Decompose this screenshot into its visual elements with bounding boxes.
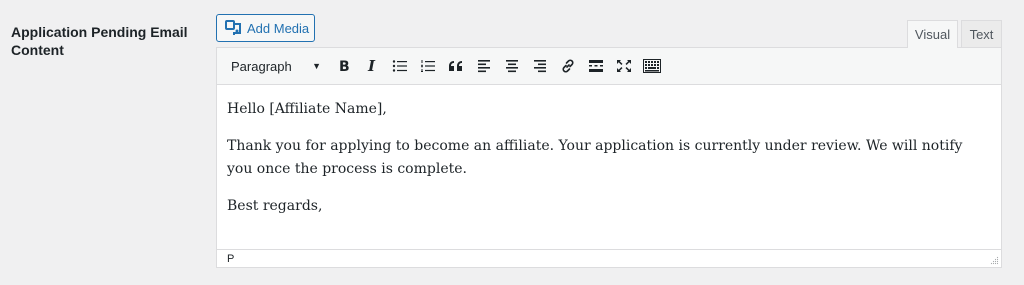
italic-button[interactable]: I (358, 52, 386, 80)
resize-handle-icon[interactable] (989, 255, 999, 265)
bold-icon: B (337, 59, 351, 73)
field-label: Application Pending Email Content (11, 24, 188, 58)
format-select[interactable]: Paragraph ▼ (222, 54, 326, 78)
add-media-label: Add Media (247, 20, 310, 36)
align-left-icon (477, 59, 491, 73)
toolbar-toggle-icon (643, 59, 661, 73)
numbered-list-icon (420, 59, 436, 73)
italic-icon: I (365, 59, 379, 73)
tab-text[interactable]: Text (961, 20, 1002, 47)
svg-text:I: I (367, 59, 376, 73)
align-right-button[interactable] (526, 52, 554, 80)
fullscreen-button[interactable] (610, 52, 638, 80)
media-icon (225, 20, 241, 36)
blockquote-button[interactable] (442, 52, 470, 80)
svg-text:B: B (339, 59, 350, 73)
fullscreen-icon (616, 59, 632, 73)
align-left-button[interactable] (470, 52, 498, 80)
chevron-down-icon: ▼ (312, 61, 321, 71)
read-more-button[interactable] (582, 52, 610, 80)
content-paragraph: Thank you for applying to become an affi… (227, 138, 963, 177)
link-icon (560, 58, 576, 74)
tab-visual[interactable]: Visual (907, 20, 958, 48)
element-path[interactable]: P (227, 253, 234, 265)
add-media-button[interactable]: Add Media (216, 14, 315, 42)
editor-toolbar: Paragraph ▼ B I (217, 48, 1001, 85)
align-right-icon (533, 59, 547, 73)
rich-text-editor: Paragraph ▼ B I Hello [Affiliate Name], … (216, 47, 1002, 268)
bulleted-list-icon (392, 59, 408, 73)
align-center-button[interactable] (498, 52, 526, 80)
bulleted-list-button[interactable] (386, 52, 414, 80)
editor-content[interactable]: Hello [Affiliate Name], Thank you for ap… (217, 85, 1001, 250)
read-more-icon (588, 59, 604, 73)
editor-statusbar: P (217, 249, 1001, 267)
toolbar-toggle-button[interactable] (638, 52, 666, 80)
numbered-list-button[interactable] (414, 52, 442, 80)
insert-link-button[interactable] (554, 52, 582, 80)
format-select-value: Paragraph (231, 58, 292, 74)
content-paragraph: Hello [Affiliate Name], (227, 101, 387, 117)
bold-button[interactable]: B (330, 52, 358, 80)
content-paragraph: Best regards, (227, 198, 323, 214)
blockquote-icon (448, 59, 464, 73)
align-center-icon (505, 59, 519, 73)
